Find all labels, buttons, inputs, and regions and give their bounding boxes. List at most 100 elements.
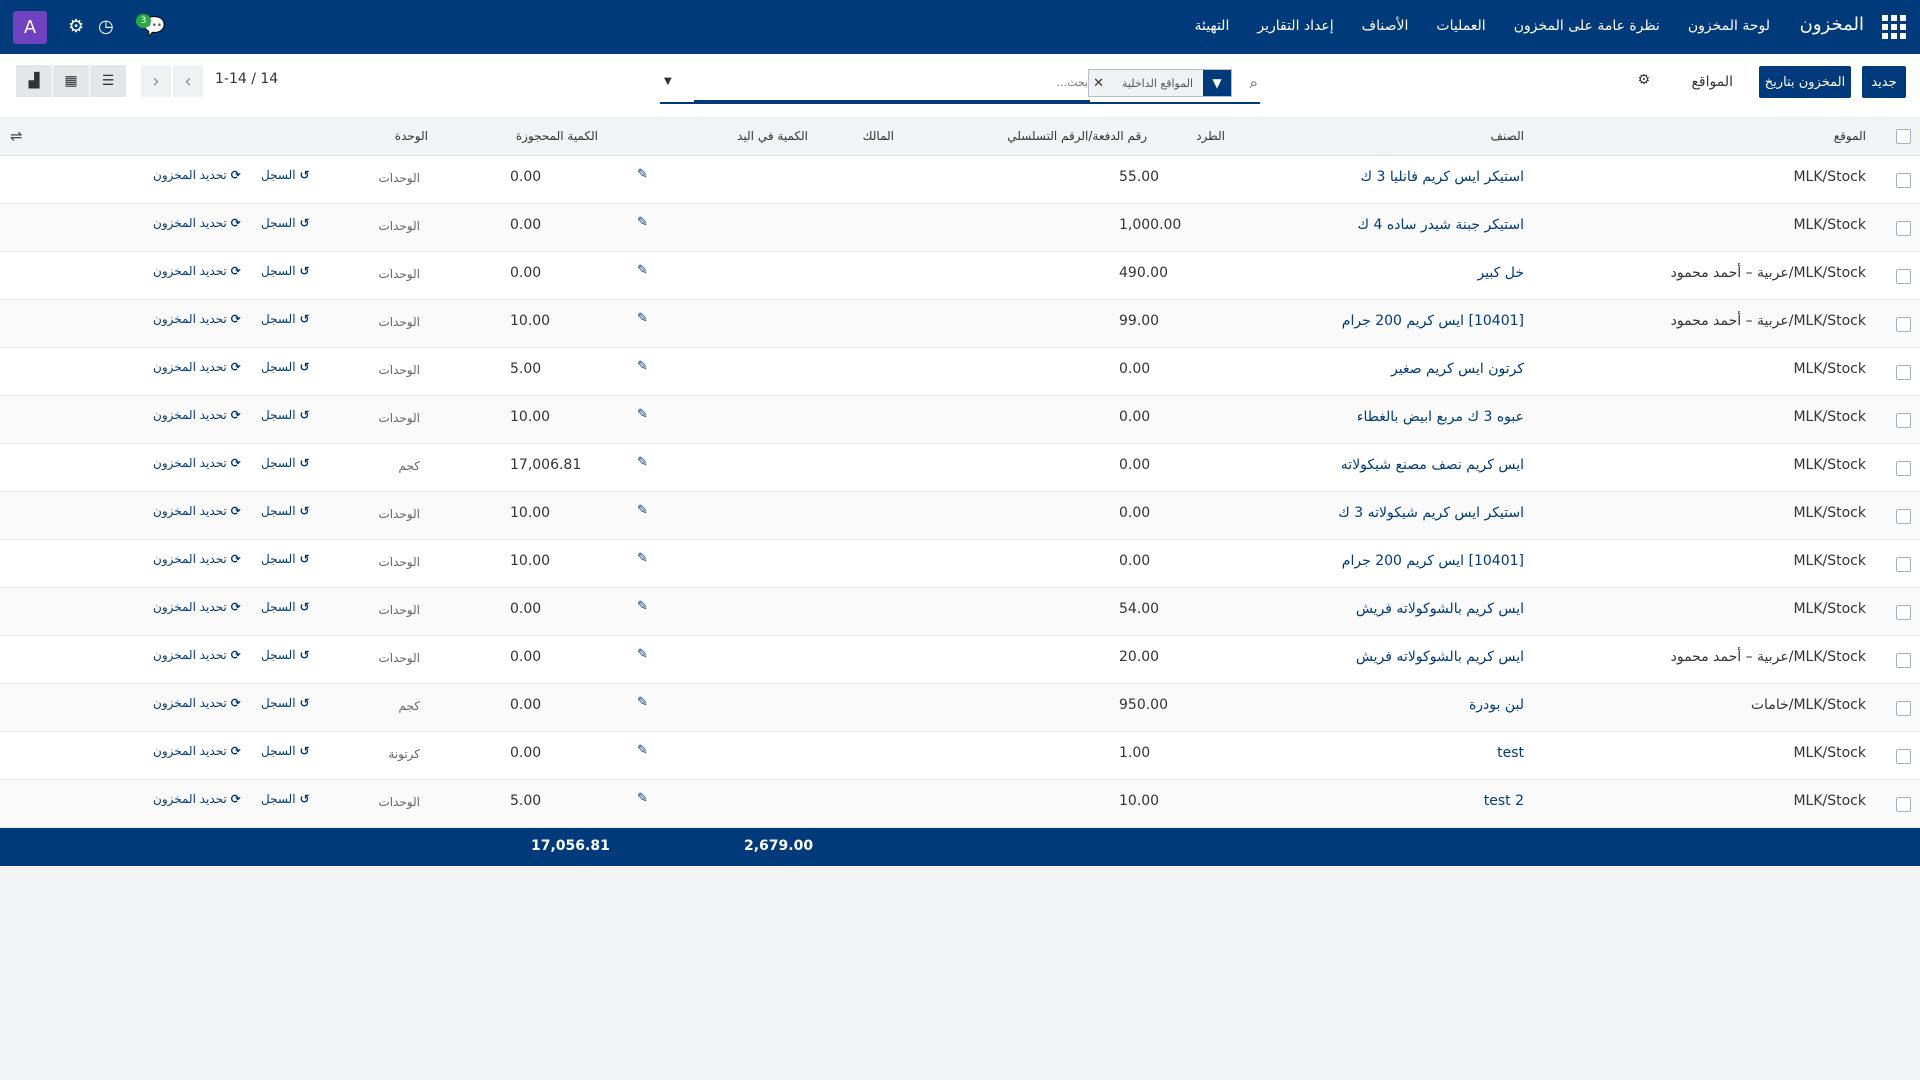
row-checkbox[interactable] [1896, 653, 1911, 668]
pivot-view-button[interactable]: ▦ [53, 65, 89, 97]
history-button[interactable]: ↺السجل [261, 360, 310, 374]
row-product[interactable]: استيكر ايس كريم فانليا 3 ك [1361, 169, 1524, 185]
row-checkbox[interactable] [1896, 413, 1911, 428]
history-button[interactable]: ↺السجل [261, 168, 310, 182]
col-package[interactable]: الطرد [1196, 129, 1225, 143]
row-product[interactable]: لبن بودرة [1469, 697, 1524, 713]
replenish-button[interactable]: ⟳تحديد المخزون [153, 792, 241, 806]
edit-pencil-icon[interactable]: ✎ [637, 407, 648, 422]
row-product[interactable]: استيكر ايس كريم شيكولاته 3 ك [1338, 505, 1524, 521]
edit-pencil-icon[interactable]: ✎ [637, 215, 648, 230]
search-input[interactable] [686, 68, 1090, 96]
row-product[interactable]: عبوه 3 ك مربع ابيض بالغطاء [1357, 409, 1524, 425]
history-button[interactable]: ↺السجل [261, 312, 310, 326]
menu-products[interactable]: الأصناف [1362, 18, 1409, 34]
replenish-button[interactable]: ⟳تحديد المخزون [153, 648, 241, 662]
table-row[interactable]: MLK/Stock/خامات لبن بودرة 950.00 ✎ 0.00 كجم ↺ا… [0, 684, 1920, 732]
next-page-button[interactable]: › [173, 65, 203, 97]
row-product[interactable]: test [1497, 745, 1524, 761]
history-button[interactable]: ↺السجل [261, 216, 310, 230]
history-button[interactable]: ↺السجل [261, 696, 310, 710]
row-checkbox[interactable] [1896, 461, 1911, 476]
table-row[interactable]: MLK/Stock/عربية – أحمد محمود ايس كريم بال… [0, 636, 1920, 684]
replenish-button[interactable]: ⟳تحديد المخزون [153, 312, 241, 326]
inventory-at-date-button[interactable]: المخزون بتاريخ [1759, 66, 1851, 98]
col-owner[interactable]: المالك [863, 129, 894, 143]
list-view-button[interactable]: ☰ [90, 65, 126, 97]
locations-label[interactable]: المواقع [1691, 74, 1733, 90]
table-row[interactable]: MLK/Stock استيكر ايس كريم شيكولاته 3 ك 0.0… [0, 492, 1920, 540]
row-product[interactable]: خل كبير [1477, 265, 1524, 281]
edit-pencil-icon[interactable]: ✎ [637, 599, 648, 614]
history-button[interactable]: ↺السجل [261, 552, 310, 566]
edit-pencil-icon[interactable]: ✎ [637, 551, 648, 566]
table-row[interactable]: MLK/Stock كرتون ايس كريم صغير 0.00 ✎ 5.00 الو… [0, 348, 1920, 396]
history-button[interactable]: ↺السجل [261, 408, 310, 422]
row-checkbox[interactable] [1896, 701, 1911, 716]
activity-clock-icon[interactable]: ◷ [98, 16, 114, 37]
history-button[interactable]: ↺السجل [261, 504, 310, 518]
menu-configuration[interactable]: التهيئة [1195, 18, 1230, 34]
replenish-button[interactable]: ⟳تحديد المخزون [153, 168, 241, 182]
col-on-hand[interactable]: الكمية في اليد [737, 129, 808, 143]
table-row[interactable]: MLK/Stock ايس كريم بالشوكولاته فريش 54.00 ✎… [0, 588, 1920, 636]
table-row[interactable]: MLK/Stock test 2 10.00 ✎ 5.00 الوحدات ↺السجل ⟳ت… [0, 780, 1920, 828]
edit-pencil-icon[interactable]: ✎ [637, 359, 648, 374]
table-row[interactable]: MLK/Stock عبوه 3 ك مربع ابيض بالغطاء 0.00 ✎… [0, 396, 1920, 444]
row-product[interactable]: ايس كريم بالشوكولاته فريش [1356, 649, 1524, 665]
debug-tools-icon[interactable]: ⚙ [68, 16, 84, 37]
history-button[interactable]: ↺السجل [261, 648, 310, 662]
row-checkbox[interactable] [1896, 557, 1911, 572]
table-row[interactable]: MLK/Stock [10401] ايس كريم 200 جرام 0.00 ✎ 1… [0, 540, 1920, 588]
col-product[interactable]: الصنف [1491, 129, 1524, 143]
edit-pencil-icon[interactable]: ✎ [637, 311, 648, 326]
col-lot[interactable]: رقم الدفعة/الرقم التسلسلي [1007, 129, 1147, 143]
row-checkbox[interactable] [1896, 797, 1911, 812]
new-button[interactable]: جديد [1862, 66, 1906, 98]
replenish-button[interactable]: ⟳تحديد المخزون [153, 264, 241, 278]
table-row[interactable]: MLK/Stock/عربية – أحمد محمود [10401] ايس … [0, 300, 1920, 348]
row-checkbox[interactable] [1896, 605, 1911, 620]
select-all-checkbox[interactable] [1896, 129, 1911, 144]
menu-overview[interactable]: نظرة عامة على المخزون [1514, 18, 1660, 34]
row-checkbox[interactable] [1896, 509, 1911, 524]
replenish-button[interactable]: ⟳تحديد المخزون [153, 504, 241, 518]
edit-pencil-icon[interactable]: ✎ [637, 455, 648, 470]
replenish-button[interactable]: ⟳تحديد المخزون [153, 600, 241, 614]
history-button[interactable]: ↺السجل [261, 456, 310, 470]
edit-pencil-icon[interactable]: ✎ [637, 647, 648, 662]
edit-pencil-icon[interactable]: ✎ [637, 167, 648, 182]
replenish-button[interactable]: ⟳تحديد المخزون [153, 456, 241, 470]
table-row[interactable]: MLK/Stock ايس كريم نصف مصنع شيكولاته 0.00 ✎… [0, 444, 1920, 492]
table-row[interactable]: MLK/Stock/عربية – أحمد محمود خل كبير 490.0… [0, 252, 1920, 300]
row-product[interactable]: استيكر جبنة شيدر ساده 4 ك [1358, 217, 1525, 233]
replenish-button[interactable]: ⟳تحديد المخزون [153, 408, 241, 422]
edit-pencil-icon[interactable]: ✎ [637, 791, 648, 806]
history-button[interactable]: ↺السجل [261, 600, 310, 614]
replenish-button[interactable]: ⟳تحديد المخزون [153, 552, 241, 566]
table-row[interactable]: MLK/Stock استيكر ايس كريم فانليا 3 ك 55.00… [0, 156, 1920, 204]
row-checkbox[interactable] [1896, 269, 1911, 284]
apps-grid-icon[interactable] [1882, 15, 1906, 39]
row-product[interactable]: ايس كريم نصف مصنع شيكولاته [1341, 457, 1524, 473]
remove-facet-icon[interactable]: ✕ [1089, 76, 1112, 91]
replenish-button[interactable]: ⟳تحديد المخزون [153, 744, 241, 758]
row-product[interactable]: test 2 [1484, 793, 1524, 809]
history-button[interactable]: ↺السجل [261, 264, 310, 278]
row-checkbox[interactable] [1896, 173, 1911, 188]
edit-pencil-icon[interactable]: ✎ [637, 503, 648, 518]
menu-dashboard[interactable]: لوحة المخزون [1688, 18, 1770, 34]
pager-value[interactable]: 1-14 / 14 [215, 71, 278, 87]
search-icon[interactable]: ⌕ [1250, 74, 1258, 92]
row-checkbox[interactable] [1896, 749, 1911, 764]
search-options-toggle[interactable]: ▼ [664, 76, 672, 87]
col-location[interactable]: الموقع [1834, 129, 1866, 143]
col-reserved[interactable]: الكمية المحجوزة [516, 129, 598, 143]
user-avatar[interactable]: A [13, 11, 47, 44]
previous-page-button[interactable]: ‹ [141, 65, 171, 97]
app-brand[interactable]: المخزون [1800, 14, 1864, 35]
graph-view-button[interactable]: ▟ [16, 65, 52, 97]
edit-pencil-icon[interactable]: ✎ [637, 263, 648, 278]
replenish-button[interactable]: ⟳تحديد المخزون [153, 696, 241, 710]
history-button[interactable]: ↺السجل [261, 792, 310, 806]
